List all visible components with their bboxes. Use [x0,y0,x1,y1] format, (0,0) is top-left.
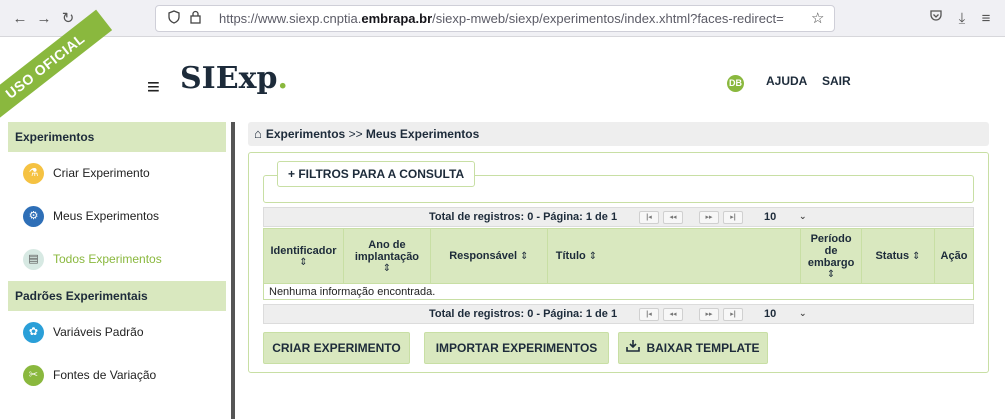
sidebar-item-todos-experimentos[interactable]: ▤ Todos Experimentos [8,238,226,281]
paginator-text: Total de registros: 0 - Página: 1 de 1 [429,308,618,320]
sidebar-section-experimentos: Experimentos [8,122,226,152]
shield-icon[interactable] [168,10,180,27]
sidebar-item-label: Criar Experimento [53,166,150,180]
sidebar-item-criar-experimento[interactable]: ⚗ Criar Experimento [8,152,226,195]
breadcrumb-experimentos[interactable]: Experimentos [266,127,345,141]
flask-icon: ⚗ [23,163,44,184]
prev-page-icon[interactable]: ◂◂ [663,308,683,321]
column-header-status[interactable]: Status ⇕ [861,228,935,284]
experiments-table: Identificador ⇕ Ano de implantação ⇕ Respo… [263,228,975,300]
sidebar-divider [231,122,235,419]
last-page-icon[interactable]: ▸| [723,308,743,321]
lock-icon[interactable] [190,10,201,27]
breadcrumb: ⌂ Experimentos >> Meus Experimentos [248,122,989,146]
user-avatar[interactable]: DB [727,75,744,92]
logout-link[interactable]: SAIR [822,74,851,88]
settings-icon: ✿ [23,322,44,343]
download-template-label: BAIXAR TEMPLATE [646,341,760,355]
column-header-responsavel[interactable]: Responsável ⇕ [429,228,548,284]
sidebar-section-padroes: Padrões Experimentais [8,281,226,311]
sidebar-item-label: Todos Experimentos [53,252,162,266]
sidebar-item-label: Fontes de Variação [53,368,157,382]
paginator-top: Total de registros: 0 - Página: 1 de 1 |… [263,207,974,227]
last-page-icon[interactable]: ▸| [723,211,743,224]
next-page-icon[interactable]: ▸▸ [699,308,719,321]
column-header-ano[interactable]: Ano de implantação ⇕ [342,228,431,284]
pocket-icon[interactable] [926,9,946,29]
first-page-icon[interactable]: |◂ [639,211,659,224]
sidebar-item-meus-experimentos[interactable]: ⚙ Meus Experimentos [8,195,226,238]
first-page-icon[interactable]: |◂ [639,308,659,321]
column-header-titulo[interactable]: Título ⇕ [546,228,802,284]
forward-icon[interactable]: → [34,9,54,29]
menu-icon[interactable]: ≡ [976,9,996,29]
app-logo[interactable]: SIExp. [180,61,288,96]
prev-page-icon[interactable]: ◂◂ [663,211,683,224]
sidebar-item-label: Meus Experimentos [53,209,160,223]
column-header-identificador[interactable]: Identificador ⇕ [263,228,344,284]
bookmark-star-icon[interactable]: ☆ [811,9,824,27]
breadcrumb-separator: >> [348,127,363,141]
sidebar-item-variaveis-padrao[interactable]: ✿ Variáveis Padrão [8,311,226,354]
page: USO OFICIAL ≡ SIExp. DB AJUDA SAIR Exper… [0,9,1005,419]
empty-message: Nenhuma informação encontrada. [263,283,974,300]
filters-toggle-button[interactable]: + FILTROS PARA A CONSULTA [277,161,476,187]
sort-icon[interactable]: ⇕ [912,251,920,262]
hamburger-menu-icon[interactable]: ≡ [147,74,160,100]
column-header-periodo[interactable]: Período de embargo ⇕ [800,228,863,284]
chevron-down-icon[interactable]: ⌄ [799,211,807,222]
download-icon[interactable]: ⤓ [952,9,972,29]
column-header-acao: Ação [933,228,975,284]
paginator-bottom: Total de registros: 0 - Página: 1 de 1 |… [263,304,974,324]
browser-toolbar: ← → ↻ https://www.siexp.cnptia.embrapa.b… [0,0,1005,37]
sort-icon[interactable]: ⇕ [805,269,857,280]
chevron-down-icon[interactable]: ⌄ [799,308,807,319]
download-tray-icon [626,333,641,363]
gear-icon: ⚙ [23,206,44,227]
sidebar-item-label: Variáveis Padrão [53,325,144,339]
breadcrumb-meus-experimentos: Meus Experimentos [365,127,480,141]
sort-icon[interactable]: ⇕ [268,257,339,268]
tools-icon: ✂ [23,365,44,386]
sidebar-item-fontes-variacao[interactable]: ✂ Fontes de Variação [8,354,226,397]
back-icon[interactable]: ← [10,9,30,29]
help-link[interactable]: AJUDA [766,74,807,88]
sort-icon[interactable]: ⇕ [348,263,426,274]
paginator-text: Total de registros: 0 - Página: 1 de 1 [429,211,618,223]
sort-icon[interactable]: ⇕ [520,251,528,262]
download-template-button[interactable]: BAIXAR TEMPLATE [618,332,768,364]
clipboard-icon: ▤ [23,249,44,270]
sort-icon[interactable]: ⇕ [589,251,597,262]
table-row: Nenhuma informação encontrada. [263,283,974,300]
create-experiment-button[interactable]: CRIAR EXPERIMENTO [263,332,410,364]
url-bar[interactable]: https://www.siexp.cnptia.embrapa.br/siex… [155,5,835,32]
home-icon[interactable]: ⌂ [254,126,262,141]
url-text[interactable]: https://www.siexp.cnptia.embrapa.br/siex… [219,11,784,26]
import-experiments-button[interactable]: IMPORTAR EXPERIMENTOS [424,332,609,364]
next-page-icon[interactable]: ▸▸ [699,211,719,224]
sidebar: Experimentos ⚗ Criar Experimento ⚙ Meus … [8,122,226,419]
